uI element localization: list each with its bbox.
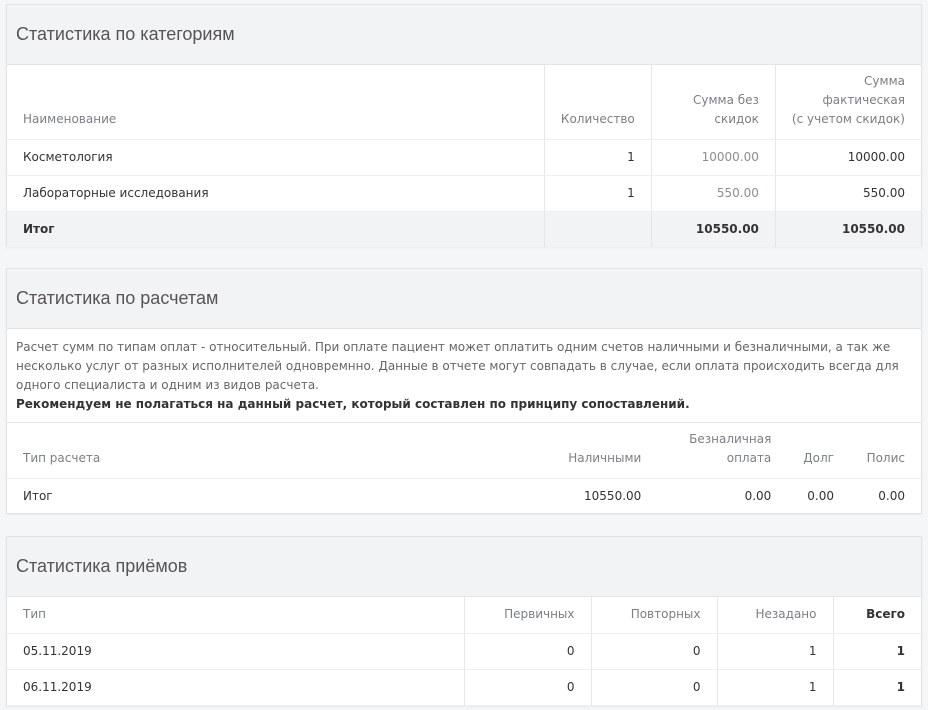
table-row: 06.11.2019 0 0 1 1 bbox=[7, 669, 921, 706]
payments-header-row: Тип расчета Наличными Безналичная оплата… bbox=[7, 423, 921, 479]
col-header-cashless: Безналичная оплата bbox=[657, 423, 788, 479]
table-row: Итог 10550.00 0.00 0.00 0.00 bbox=[7, 478, 921, 515]
categories-title: Статистика по категориям bbox=[7, 5, 921, 65]
payments-note: Расчет сумм по типам оплат - относительн… bbox=[7, 329, 921, 423]
visits-table: Тип Первичных Повторных Незадано Всего 0… bbox=[7, 597, 921, 706]
table-row: Косметология 1 10000.00 10000.00 bbox=[7, 139, 921, 176]
visit-repeat: 0 bbox=[590, 633, 717, 670]
visit-primary: 0 bbox=[463, 633, 591, 670]
col-header-total: Всего bbox=[832, 597, 921, 634]
payments-panel: Статистика по расчетам Расчет сумм по ти… bbox=[6, 268, 922, 515]
categories-panel: Статистика по категориям Наименование Ко… bbox=[6, 4, 922, 248]
payments-total-cashless: 0.00 bbox=[657, 478, 788, 515]
visit-primary: 0 bbox=[463, 669, 591, 706]
col-header-unset: Незадано bbox=[716, 597, 833, 634]
categories-header-row: Наименование Количество Сумма без скидок… bbox=[7, 65, 921, 140]
payments-table: Тип расчета Наличными Безналичная оплата… bbox=[7, 423, 921, 515]
table-row: 05.11.2019 0 0 1 1 bbox=[7, 633, 921, 670]
categories-table: Наименование Количество Сумма без скидок… bbox=[7, 65, 921, 248]
category-sum-no-discount: 10000.00 bbox=[650, 139, 776, 176]
category-sum-no-discount: 550.00 bbox=[650, 175, 776, 212]
col-header-debt: Долг bbox=[787, 423, 850, 479]
payments-total-label: Итог bbox=[7, 478, 518, 515]
payments-note-text: Расчет сумм по типам оплат - относительн… bbox=[16, 340, 899, 392]
payments-warning: Рекомендуем не полагаться на данный расч… bbox=[16, 397, 690, 411]
total-sum-actual: 10550.00 bbox=[774, 211, 921, 248]
total-quantity-empty bbox=[543, 211, 652, 248]
col-header-type: Тип bbox=[7, 597, 464, 634]
categories-total-row: Итог 10550.00 10550.00 bbox=[7, 211, 921, 248]
col-header-sum-actual: Сумма фактическая (с учетом скидок) bbox=[774, 65, 921, 140]
total-sum-no-discount: 10550.00 bbox=[650, 211, 776, 248]
visit-total: 1 bbox=[832, 633, 921, 670]
col-header-repeat: Повторных bbox=[590, 597, 717, 634]
col-header-payment-type: Тип расчета bbox=[7, 423, 518, 479]
payments-title: Статистика по расчетам bbox=[7, 269, 921, 329]
category-sum-actual: 10000.00 bbox=[774, 139, 921, 176]
visits-panel: Статистика приёмов Тип Первичных Повторн… bbox=[6, 536, 922, 706]
payments-total-policy: 0.00 bbox=[850, 478, 921, 515]
visit-unset: 1 bbox=[716, 669, 833, 706]
visit-date: 05.11.2019 bbox=[7, 633, 464, 670]
visits-header-row: Тип Первичных Повторных Незадано Всего bbox=[7, 597, 921, 634]
col-header-sum-no-discount: Сумма без скидок bbox=[650, 65, 776, 140]
category-name: Косметология bbox=[7, 139, 545, 176]
visit-repeat: 0 bbox=[590, 669, 717, 706]
total-label: Итог bbox=[7, 211, 545, 248]
category-quantity: 1 bbox=[543, 139, 652, 176]
table-row: Лабораторные исследования 1 550.00 550.0… bbox=[7, 175, 921, 212]
col-header-name: Наименование bbox=[7, 65, 545, 140]
col-header-primary: Первичных bbox=[463, 597, 591, 634]
col-header-cash: Наличными bbox=[517, 423, 658, 479]
visit-date: 06.11.2019 bbox=[7, 669, 464, 706]
payments-total-debt: 0.00 bbox=[787, 478, 850, 515]
visits-title: Статистика приёмов bbox=[7, 537, 921, 597]
visit-total: 1 bbox=[832, 669, 921, 706]
visit-unset: 1 bbox=[716, 633, 833, 670]
col-header-policy: Полис bbox=[850, 423, 921, 479]
category-name: Лабораторные исследования bbox=[7, 175, 545, 212]
category-quantity: 1 bbox=[543, 175, 652, 212]
col-header-quantity: Количество bbox=[543, 65, 652, 140]
payments-total-cash: 10550.00 bbox=[517, 478, 658, 515]
category-sum-actual: 550.00 bbox=[774, 175, 921, 212]
